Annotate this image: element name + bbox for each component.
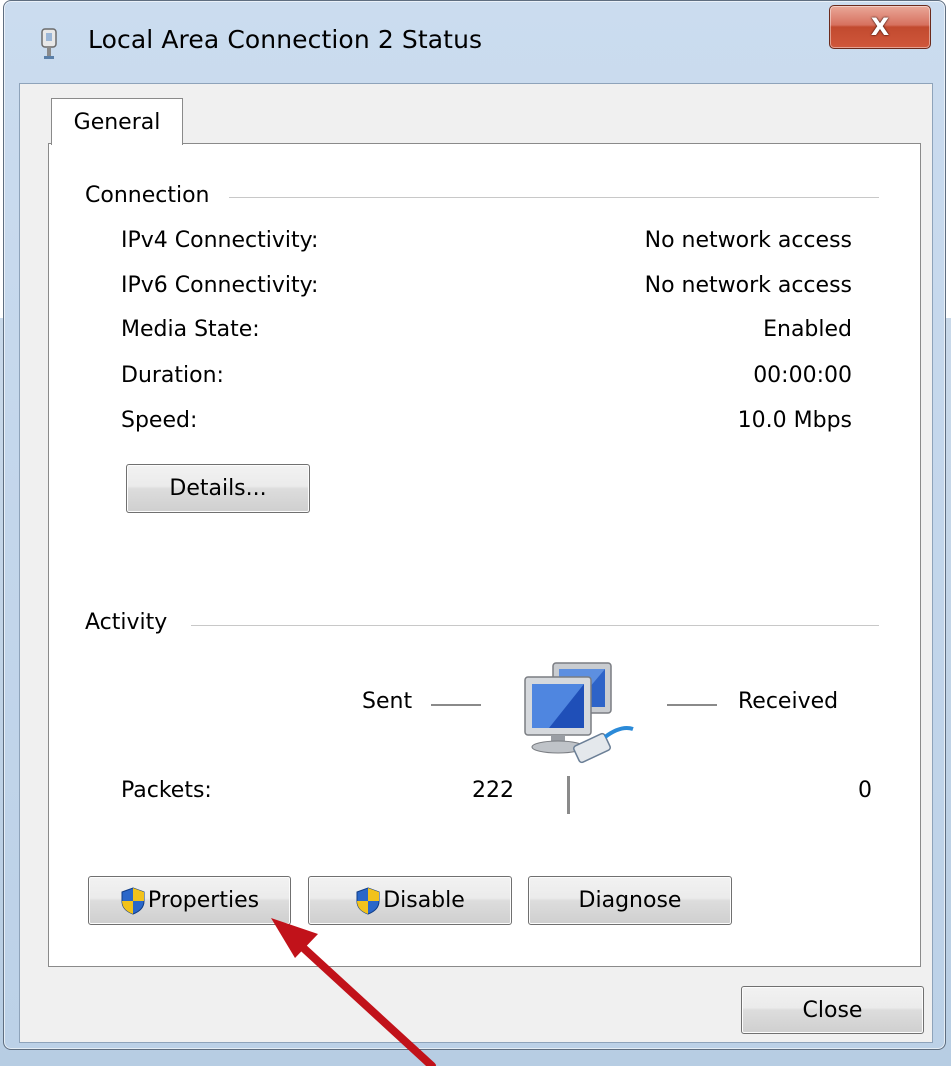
tab-general[interactable]: General <box>51 98 183 145</box>
annotation-arrow-icon <box>271 918 436 1066</box>
